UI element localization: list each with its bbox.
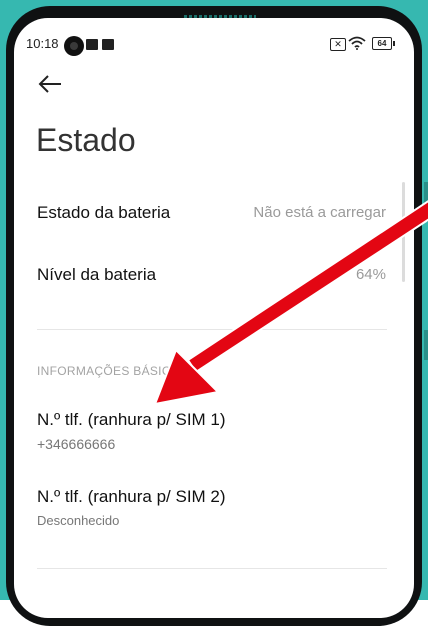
front-camera [64, 36, 84, 56]
side-button [424, 182, 428, 222]
status-bar: 10:18 ✕ 64 [14, 18, 414, 68]
page-title: Estado [36, 122, 136, 158]
wifi-icon [348, 36, 366, 50]
screen: 10:18 ✕ 64 Estado Estado da bateria Não … [14, 18, 414, 618]
sim2-value: Desconhecido [37, 513, 120, 528]
divider [37, 568, 387, 569]
arrow-left-icon[interactable] [36, 72, 64, 96]
sim1-label: N.º tlf. (ranhura p/ SIM 1) [37, 410, 226, 429]
phone-frame: 10:18 ✕ 64 Estado Estado da bateria Não … [0, 0, 428, 626]
section-header-basic-info: INFORMAÇÕES BÁSICAS [37, 364, 188, 378]
notification-icon [86, 39, 98, 50]
battery-level-label: Nível da bateria [37, 265, 157, 284]
battery-status-value: Não está a carregar [253, 204, 386, 221]
sim1-value: +346666666 [37, 436, 116, 452]
divider [37, 329, 387, 330]
battery-icon: 64 [372, 37, 395, 50]
side-button [424, 330, 428, 360]
scrollbar[interactable] [402, 182, 405, 282]
notification-icon [102, 39, 114, 50]
no-sim-icon: ✕ [330, 38, 346, 51]
sim2-label: N.º tlf. (ranhura p/ SIM 2) [37, 487, 226, 506]
battery-level-value: 64% [355, 266, 386, 283]
battery-status-label: Estado da bateria [37, 203, 171, 222]
status-time: 10:18 [26, 36, 59, 51]
